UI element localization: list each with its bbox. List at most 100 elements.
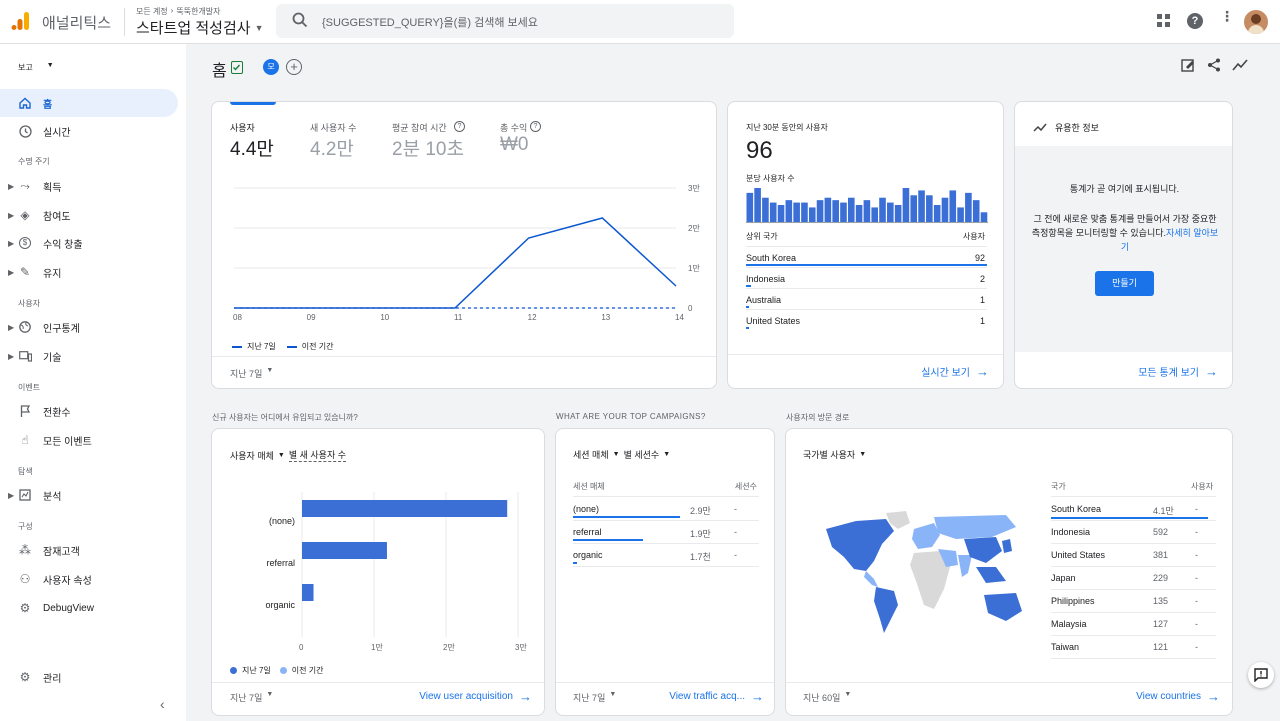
per-minute-label: 분당 사용자 수 <box>746 174 795 183</box>
sidebar-item-demographics[interactable]: ▶ 인구통계 <box>0 313 178 341</box>
minute-bar <box>855 205 863 222</box>
map-australia <box>984 593 1022 621</box>
help-icon[interactable]: ? <box>1187 13 1203 29</box>
geo-users: 381 <box>1153 550 1169 560</box>
legend-current: 지난 7일 <box>247 342 276 351</box>
acquisition-dimension-selector[interactable]: 사용자 매체 ▼ 별 새 사용자 수 <box>230 448 347 462</box>
section-config: 구성 <box>18 522 33 531</box>
divider <box>212 682 544 683</box>
geo-dimension-selector[interactable]: 국가별 사용자 ▼ <box>803 448 866 461</box>
insights-icon[interactable] <box>1232 58 1248 77</box>
person-settings-icon: ⚇ <box>19 572 31 586</box>
comparison-chip[interactable]: 모 <box>263 59 279 75</box>
sidebar-item-analysis[interactable]: ▶ 분석 <box>0 481 178 509</box>
view-countries-link[interactable]: View countries → <box>1136 689 1220 704</box>
category-label: (none) <box>269 516 295 526</box>
divider <box>746 288 987 289</box>
metric-label: 평균 참여 시간 <box>392 123 447 133</box>
sidebar-item-acquisition[interactable]: ▶ ⤳ 획득 <box>0 172 178 200</box>
sidebar-item-engagement[interactable]: ▶ ◈ 참여도 <box>0 201 178 229</box>
geo-country: Japan <box>1051 573 1076 583</box>
geo-change: - <box>1195 642 1198 652</box>
share-icon[interactable] <box>1207 58 1221 77</box>
search-placeholder[interactable]: {SUGGESTED_QUERY}을(를) 검색해 보세요 <box>322 14 538 30</box>
date-range-selector[interactable]: 지난 7일 ▼ <box>573 691 616 704</box>
minute-bar <box>832 200 839 222</box>
share-bar <box>573 516 680 518</box>
legend-previous: 이전 기간 <box>301 342 334 351</box>
y-tick-label: 2만 <box>688 224 700 233</box>
section-lifecycle: 수명 주기 <box>18 157 50 166</box>
chevron-down-icon: ▼ <box>612 451 620 458</box>
property-selector[interactable]: 스타트업 적성검사 ▼ <box>136 17 264 38</box>
x-tick-label: 13 <box>601 313 610 320</box>
divider <box>573 543 759 544</box>
sidebar-item-all-events[interactable]: ☝ 모든 이벤트 <box>0 426 178 454</box>
chevron-down-icon: ▼ <box>859 451 867 458</box>
minute-bar <box>863 200 871 222</box>
sidebar-item-user-properties[interactable]: ⚇ 사용자 속성 <box>0 565 178 593</box>
chevron-right-icon: ▶ <box>8 322 15 332</box>
search-bar[interactable]: {SUGGESTED_QUERY}을(를) 검색해 보세요 <box>276 4 734 38</box>
line-legend: 지난 7일 이전 기간 <box>232 341 333 352</box>
breadcrumb[interactable]: 모든 계정 › 뚝뚝한개발자 <box>136 6 221 17</box>
insights-heading: 통계가 곧 여기에 표시됩니다. <box>1069 184 1180 194</box>
arrow-right-icon: → <box>976 364 989 379</box>
metric-label[interactable]: 사용자 <box>230 121 255 134</box>
view-realtime-link[interactable]: 실시간 보기 → <box>921 364 989 379</box>
date-range-selector[interactable]: 지난 7일 ▼ <box>230 367 273 380</box>
sidebar-item-monetization[interactable]: ▶ $ 수익 창출 <box>0 229 178 257</box>
metric-value[interactable]: 4.4만 <box>230 134 274 161</box>
help-icon[interactable]: ? <box>454 121 465 132</box>
help-icon[interactable]: ? <box>530 121 541 132</box>
geo-card: 국가별 사용자 ▼ 국가 사용자 지난 60일 ▼ View countries → … <box>785 428 1233 716</box>
view-all-insights-link[interactable]: 모든 통계 보기 → <box>1138 364 1218 379</box>
date-range-selector[interactable]: 지난 60일 ▼ <box>803 691 851 704</box>
sidebar-item-realtime[interactable]: 실시간 <box>0 117 178 145</box>
sidebar-item-audiences[interactable]: ⁂ 잠재고객 <box>0 536 178 564</box>
view-user-acquisition-link[interactable]: View user acquisition → <box>419 689 532 704</box>
section-events: 이벤트 <box>18 383 41 392</box>
x-tick-label: 14 <box>675 313 684 320</box>
minute-bar <box>972 200 980 222</box>
minute-bar <box>879 197 886 222</box>
account-avatar[interactable] <box>1244 10 1268 34</box>
more-vert-icon[interactable]: ⋮ <box>1220 9 1234 23</box>
geo-change: - <box>1195 527 1198 537</box>
collapse-sidebar-icon[interactable]: ‹ <box>160 696 165 712</box>
geo-users: 229 <box>1153 573 1169 583</box>
sidebar-item-home[interactable]: 홈 <box>0 89 178 117</box>
sidebar-item-admin[interactable]: ⚙ 관리 <box>0 663 178 691</box>
share-bar <box>573 539 643 541</box>
campaigns-section-title: WHAT ARE YOUR TOP CAMPAIGNS? <box>556 412 706 421</box>
edit-report-icon[interactable] <box>1181 58 1195 77</box>
create-insight-button[interactable]: 만들기 <box>1095 271 1154 296</box>
selected-metric-indicator <box>230 102 276 105</box>
col-users: 사용자 <box>1191 482 1214 491</box>
app-name[interactable]: 애널리틱스 <box>42 12 111 33</box>
sidebar-item-tech[interactable]: ▶ 기술 <box>0 342 178 370</box>
legend-swatch-previous <box>286 345 297 348</box>
chevron-right-icon: ▶ <box>8 267 15 277</box>
acquisition-section-title: 신규 사용자는 어디에서 유입되고 있습니까? <box>212 413 358 422</box>
campaign-name: referral <box>573 527 602 537</box>
campaigns-dimension-selector[interactable]: 세션 매체 ▼ 별 세션수 ▼ <box>573 448 670 461</box>
divider <box>1051 635 1216 636</box>
minute-bar <box>926 195 933 222</box>
analytics-logo-icon[interactable] <box>10 10 32 32</box>
sidebar-item-conversions[interactable]: 전환수 <box>0 397 178 425</box>
add-comparison-icon[interactable]: + <box>286 59 302 75</box>
sidebar-item-debugview[interactable]: ⚙ DebugView <box>0 594 178 622</box>
geo-change: - <box>1195 573 1198 583</box>
overview-card: 사용자 4.4만 새 사용자 수 4.2만 평균 참여 시간 2분 10초? 총 수익 ₩0?… <box>211 101 717 389</box>
section-user: 사용자 <box>18 299 41 308</box>
view-traffic-acquisition-link[interactable]: View traffic acq... → <box>669 689 764 704</box>
apps-grid-icon[interactable] <box>1157 14 1170 32</box>
col-country: 국가 <box>1051 482 1066 491</box>
divider <box>1051 612 1216 613</box>
feedback-button[interactable] <box>1248 662 1274 688</box>
report-selector[interactable]: 보고 ▼ <box>18 62 54 73</box>
date-range-selector[interactable]: 지난 7일 ▼ <box>230 691 273 704</box>
campaign-change: - <box>734 527 737 537</box>
sidebar-item-retention[interactable]: ▶ ✎ 유지 <box>0 258 178 286</box>
